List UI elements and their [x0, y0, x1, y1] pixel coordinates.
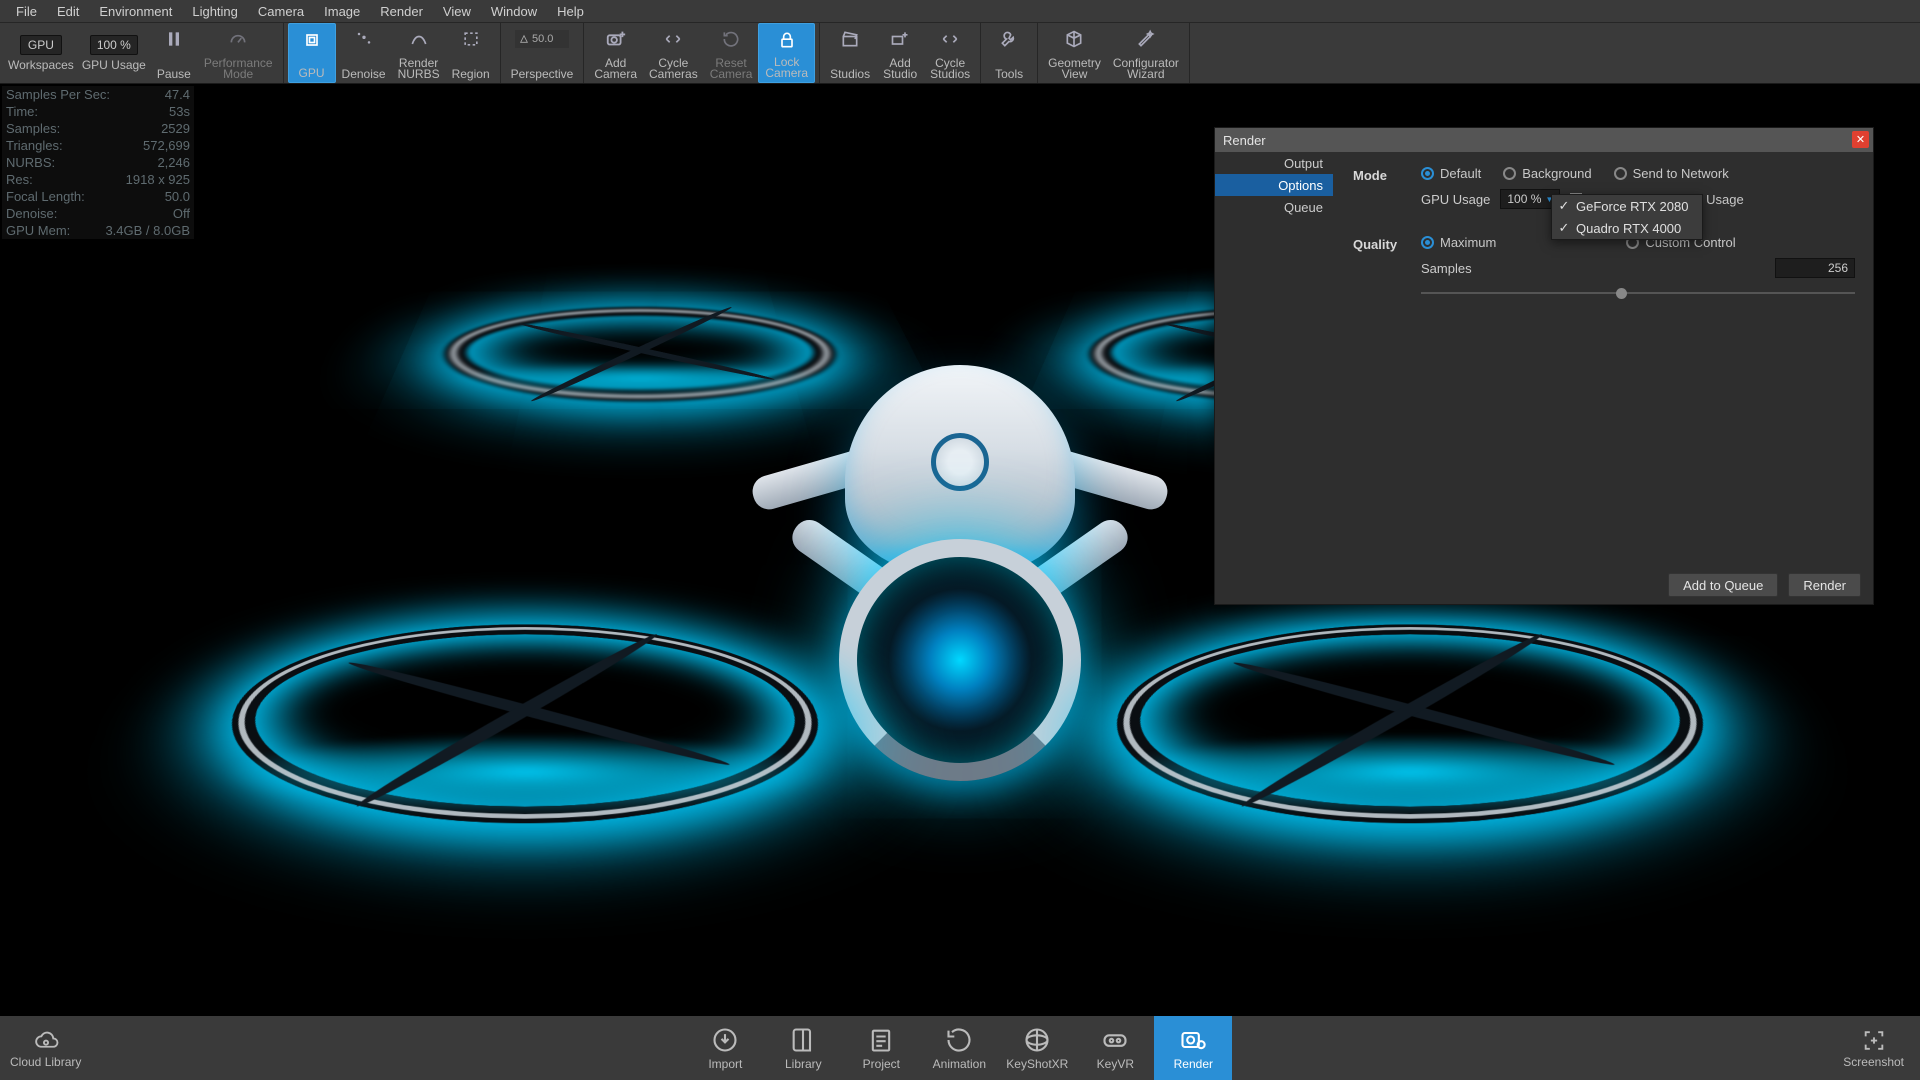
gpu-option-geforce[interactable]: ✓GeForce RTX 2080	[1552, 195, 1702, 217]
globe-icon	[1023, 1026, 1051, 1054]
denoise-button[interactable]: Denoise	[336, 23, 392, 83]
wizard-icon	[1134, 27, 1158, 51]
cloud-icon	[31, 1028, 61, 1053]
menu-bar: File Edit Environment Lighting Camera Im…	[0, 0, 1920, 22]
lock-icon	[775, 28, 799, 52]
performance-mode-button[interactable]: Performance Mode	[198, 23, 279, 83]
menu-help[interactable]: Help	[547, 4, 594, 19]
perspective-button[interactable]: 50.0 Perspective	[505, 23, 580, 83]
dialog-titlebar[interactable]: Render ✕	[1215, 128, 1873, 152]
library-button[interactable]: Library	[764, 1016, 842, 1080]
samples-slider[interactable]	[1421, 286, 1855, 300]
mode-section-label: Mode	[1353, 166, 1421, 217]
menu-image[interactable]: Image	[314, 4, 370, 19]
crosshair-icon	[1859, 1028, 1889, 1053]
import-button[interactable]: Import	[686, 1016, 764, 1080]
tab-output[interactable]: Output	[1215, 152, 1333, 174]
keyshotxr-button[interactable]: KeyShotXR	[998, 1016, 1076, 1080]
clapper-icon	[838, 27, 862, 51]
render-button[interactable]: Render	[1788, 573, 1861, 597]
render-dialog: Render ✕ Output Options Queue Mode Defau…	[1214, 127, 1874, 605]
clipboard-icon	[867, 1026, 895, 1054]
region-button[interactable]: Region	[446, 23, 496, 83]
studios-button[interactable]: Studios	[824, 23, 876, 83]
camera-plus-icon	[604, 27, 628, 51]
gpu-button[interactable]: GPU	[288, 23, 336, 83]
gpu-usage-field-label: GPU Usage	[1421, 192, 1490, 207]
gpu-toggle[interactable]: GPU	[20, 35, 62, 55]
cycle-studios-button[interactable]: Cycle Studios	[924, 23, 976, 83]
tools-button[interactable]: Tools	[985, 23, 1033, 83]
cloud-library-button[interactable]: Cloud Library	[10, 1028, 81, 1069]
perspective-icon: 50.0	[530, 27, 554, 51]
geometry-view-button[interactable]: Geometry View	[1042, 23, 1107, 83]
project-button[interactable]: Project	[842, 1016, 920, 1080]
add-studio-button[interactable]: Add Studio	[876, 23, 924, 83]
render-nurbs-button[interactable]: Render NURBS	[392, 23, 446, 83]
menu-camera[interactable]: Camera	[248, 4, 314, 19]
quality-maximum-radio[interactable]: Maximum	[1421, 235, 1496, 250]
cube-icon	[1062, 27, 1086, 51]
menu-file[interactable]: File	[6, 4, 47, 19]
menu-environment[interactable]: Environment	[89, 4, 182, 19]
render-icon	[1179, 1026, 1207, 1054]
pause-icon	[162, 27, 186, 51]
gpu-usage-label[interactable]: GPU Usage	[82, 58, 146, 72]
region-icon	[459, 27, 483, 51]
ribbon-toolbar: GPU Workspaces 100 % GPU Usage Pause Per…	[0, 22, 1920, 84]
tab-queue[interactable]: Queue	[1215, 196, 1333, 218]
bottom-bar: Cloud Library Import Library Project Ani…	[0, 1016, 1920, 1080]
cycle-cameras-button[interactable]: Cycle Cameras	[643, 23, 704, 83]
add-to-queue-button[interactable]: Add to Queue	[1668, 573, 1778, 597]
mode-network-radio[interactable]: Send to Network	[1614, 166, 1729, 181]
render-bottom-button[interactable]: Render	[1154, 1016, 1232, 1080]
import-icon	[711, 1026, 739, 1054]
cycle-icon	[661, 27, 685, 51]
menu-edit[interactable]: Edit	[47, 4, 89, 19]
add-camera-button[interactable]: Add Camera	[588, 23, 643, 83]
curve-icon	[407, 27, 431, 51]
wrench-icon	[997, 27, 1021, 51]
sparkle-icon	[352, 27, 376, 51]
screenshot-button[interactable]: Screenshot	[1843, 1028, 1904, 1069]
dialog-title: Render	[1223, 133, 1266, 148]
mode-default-radio[interactable]: Default	[1421, 166, 1481, 181]
mode-background-radio[interactable]: Background	[1503, 166, 1591, 181]
gpu-device-dropdown: ✓GeForce RTX 2080 ✓Quadro RTX 4000	[1551, 194, 1703, 240]
aperture-icon	[931, 433, 989, 491]
cycle-icon	[938, 27, 962, 51]
configurator-wizard-button[interactable]: Configurator Wizard	[1107, 23, 1185, 83]
animation-button[interactable]: Animation	[920, 1016, 998, 1080]
dialog-sidebar: Output Options Queue	[1215, 152, 1333, 566]
tab-options[interactable]: Options	[1215, 174, 1333, 196]
loop-icon	[945, 1026, 973, 1054]
samples-input[interactable]: 256	[1775, 258, 1855, 278]
workspaces-label[interactable]: Workspaces	[8, 58, 74, 72]
menu-render[interactable]: Render	[370, 4, 433, 19]
keyvr-button[interactable]: KeyVR	[1076, 1016, 1154, 1080]
gpu-option-quadro[interactable]: ✓Quadro RTX 4000	[1552, 217, 1702, 239]
stats-overlay: Samples Per Sec:47.4 Time:53s Samples:25…	[2, 86, 194, 239]
menu-window[interactable]: Window	[481, 4, 547, 19]
chip-icon	[300, 28, 324, 52]
book-icon	[789, 1026, 817, 1054]
vr-icon	[1101, 1026, 1129, 1054]
clapper-plus-icon	[888, 27, 912, 51]
dialog-main: Mode Default Background Send to Network …	[1333, 152, 1873, 566]
gpu-usage-box[interactable]: 100 %	[90, 35, 138, 55]
gauge-icon	[226, 27, 250, 51]
reset-camera-button[interactable]: Reset Camera	[704, 23, 759, 83]
menu-lighting[interactable]: Lighting	[182, 4, 248, 19]
quality-section-label: Quality	[1353, 235, 1421, 300]
samples-label: Samples	[1421, 261, 1472, 276]
menu-view[interactable]: View	[433, 4, 481, 19]
lock-camera-button[interactable]: Lock Camera	[758, 23, 815, 83]
close-icon[interactable]: ✕	[1852, 131, 1869, 148]
pause-button[interactable]: Pause	[150, 23, 198, 83]
reset-icon	[719, 27, 743, 51]
